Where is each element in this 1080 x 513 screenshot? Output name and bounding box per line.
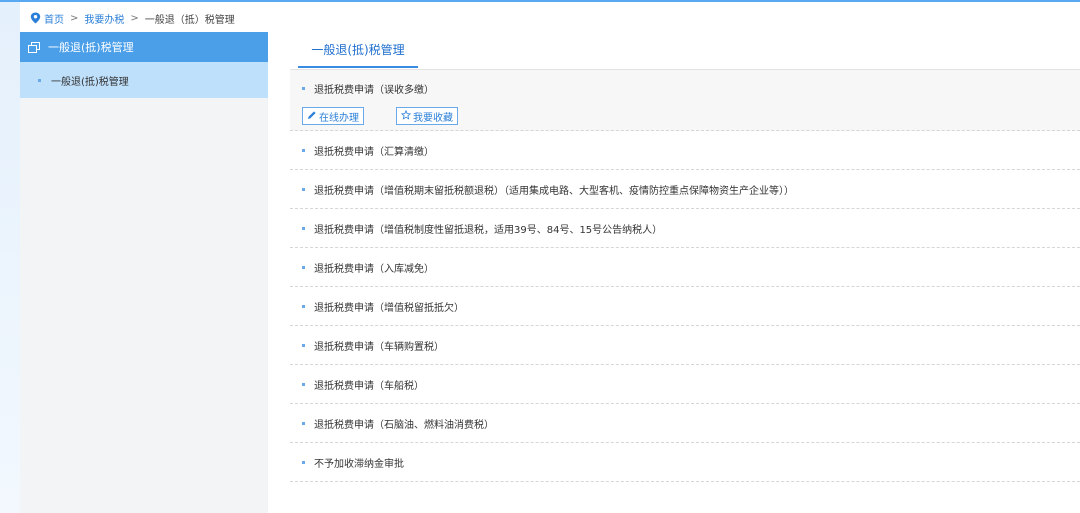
list-item-label: 退抵税费申请（车辆购置税） [314, 342, 444, 353]
list-item[interactable]: 退抵税费申请（增值税留抵抵欠） [290, 287, 1080, 326]
online-handle-label: 在线办理 [319, 112, 359, 124]
item-actions: 在线办理 我要收藏 [302, 107, 458, 125]
star-icon [400, 109, 413, 123]
tab-bar: 一般退(抵)税管理 [290, 32, 1080, 70]
list-item-label: 不予加收滞纳金审批 [314, 459, 404, 470]
breadcrumb-current: 一般退（抵）税管理 [144, 14, 235, 26]
list-item[interactable]: 退抵税费申请（误收多缴） 在线办理 我要收藏 [290, 70, 1080, 131]
bullet-icon [302, 383, 305, 386]
breadcrumb-separator: > [130, 12, 139, 24]
list-item-label: 退抵税费申请（误收多缴） [314, 85, 434, 96]
bullet-icon [302, 266, 305, 269]
location-pin-icon [30, 12, 41, 24]
list-item-label: 退抵税费申请（汇算清缴） [314, 147, 434, 158]
breadcrumb-separator: > [70, 12, 79, 24]
breadcrumb-home-link[interactable]: 首页 [44, 11, 64, 26]
sidebar-header-label: 一般退(抵)税管理 [48, 41, 134, 54]
list-item[interactable]: 退抵税费申请（车辆购置税） [290, 326, 1080, 365]
breadcrumb: 首页 > 我要办税 > 一般退（抵）税管理 [30, 9, 235, 27]
list-item[interactable]: 不予加收滞纳金审批 [290, 443, 1080, 482]
left-gutter [0, 2, 20, 513]
list-item[interactable]: 退抵税费申请（入库减免） [290, 248, 1080, 287]
list-item-label: 退抵税费申请（增值税期末留抵税额退税）（适用集成电路、大型客机、疫情防控重点保障… [314, 186, 794, 197]
favorite-label: 我要收藏 [413, 112, 453, 124]
list-item[interactable]: 退抵税费申请（增值税期末留抵税额退税）（适用集成电路、大型客机、疫情防控重点保障… [290, 170, 1080, 209]
list-item-label: 退抵税费申请（石脑油、燃料油消费税） [314, 420, 494, 431]
bullet-icon [302, 422, 305, 425]
bullet-icon [38, 78, 41, 82]
list-item[interactable]: 退抵税费申请（车船税） [290, 365, 1080, 404]
top-accent-strip [0, 0, 1080, 2]
main-content: 一般退(抵)税管理 退抵税费申请（误收多缴） 在线办理 我要收藏 退抵税费申请（… [290, 32, 1080, 513]
sidebar: 一般退(抵)税管理 一般退(抵)税管理 [20, 32, 268, 513]
bullet-icon [302, 461, 305, 464]
sidebar-item-refund-management[interactable]: 一般退(抵)税管理 [20, 62, 268, 98]
list-item[interactable]: 退抵税费申请（增值税制度性留抵退税，适用39号、84号、15号公告纳税人） [290, 209, 1080, 248]
list-item[interactable]: 退抵税费申请（石脑油、燃料油消费税） [290, 404, 1080, 443]
bullet-icon [302, 305, 305, 308]
list-item-label: 退抵税费申请（增值税留抵抵欠） [314, 303, 464, 314]
list-item-label: 退抵税费申请（车船税） [314, 381, 424, 392]
list-item[interactable]: 退抵税费申请（汇算清缴） [290, 131, 1080, 170]
bullet-icon [302, 149, 305, 152]
favorite-button[interactable]: 我要收藏 [396, 107, 458, 125]
bullet-icon [302, 344, 305, 347]
list-item-label: 退抵税费申请（入库减免） [314, 264, 434, 275]
page: 首页 > 我要办税 > 一般退（抵）税管理 一般退(抵)税管理 一般退(抵)税管… [0, 0, 1080, 513]
bullet-icon [302, 227, 305, 230]
bullet-icon [302, 188, 305, 191]
service-list: 退抵税费申请（误收多缴） 在线办理 我要收藏 退抵税费申请（汇算清缴） 退抵税费… [290, 70, 1080, 482]
breadcrumb-tax-link[interactable]: 我要办税 [84, 11, 124, 26]
sidebar-header[interactable]: 一般退(抵)税管理 [20, 32, 268, 62]
online-handle-button[interactable]: 在线办理 [302, 107, 364, 125]
pencil-icon [307, 110, 319, 123]
list-item-label: 退抵税费申请（增值税制度性留抵退税，适用39号、84号、15号公告纳税人） [314, 225, 663, 236]
bullet-icon [302, 87, 305, 90]
sidebar-item-label: 一般退(抵)税管理 [51, 76, 129, 88]
window-icon [28, 41, 40, 53]
tab-refund-management[interactable]: 一般退(抵)税管理 [298, 32, 418, 68]
